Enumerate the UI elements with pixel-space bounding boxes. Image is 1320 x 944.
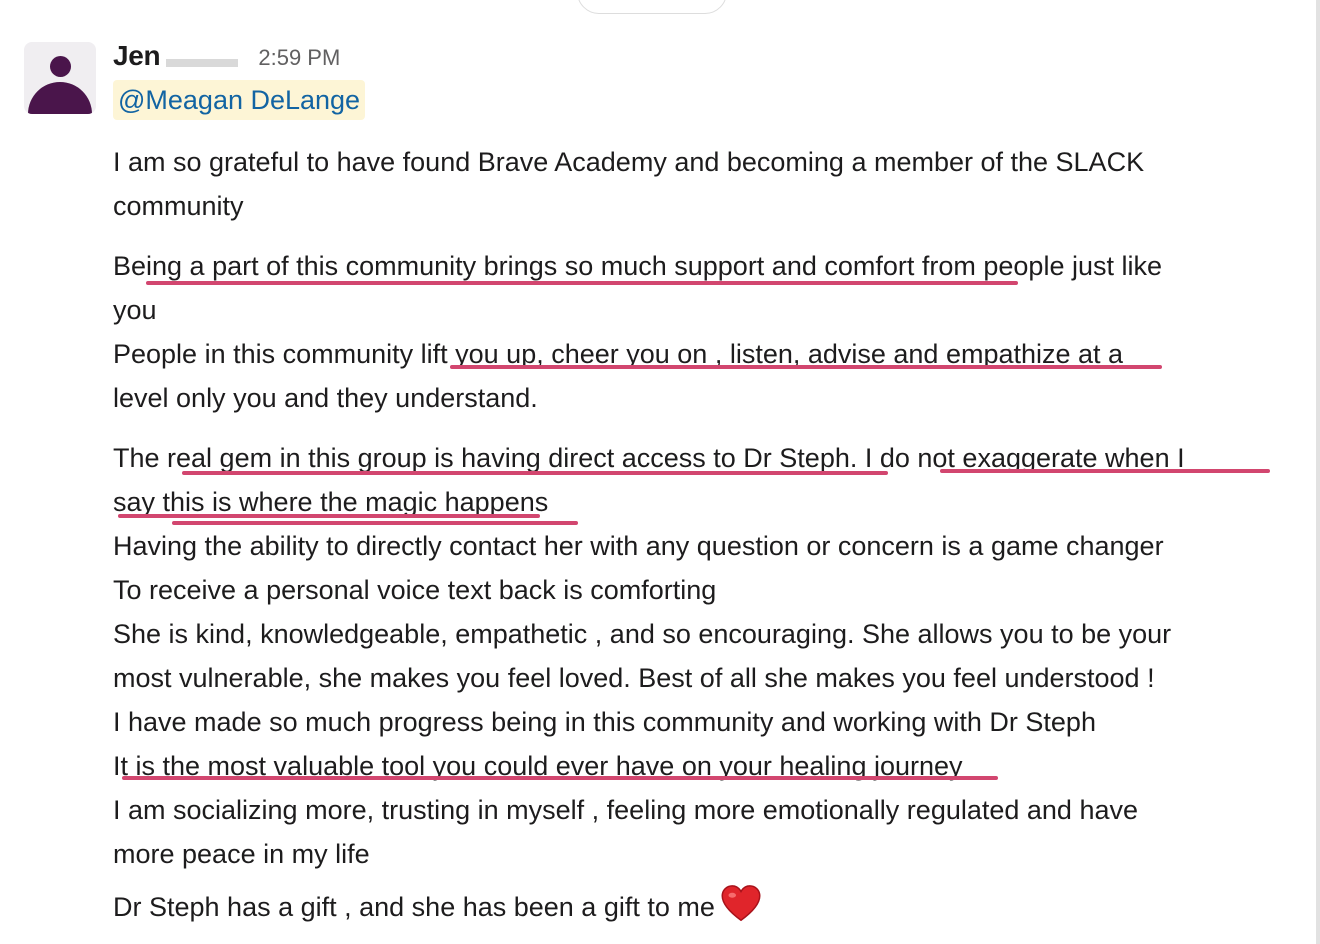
- message-line: most vulnerable, she makes you feel love…: [113, 663, 1155, 693]
- sender-name[interactable]: Jen: [113, 40, 161, 72]
- date-divider-pill[interactable]: [577, 0, 727, 14]
- message-line: I am so grateful to have found Brave Aca…: [113, 147, 1145, 177]
- paragraph-1: I am so grateful to have found Brave Aca…: [113, 140, 1303, 228]
- avatar[interactable]: [24, 42, 96, 114]
- message-line: Having the ability to directly contact h…: [113, 531, 1164, 561]
- heart-emoji[interactable]: [721, 884, 761, 924]
- message-line: She is kind, knowledgeable, empathetic ,…: [113, 619, 1172, 649]
- avatar-body-shape: [28, 82, 92, 114]
- redacted-surname: [166, 47, 239, 67]
- message-body: I am so grateful to have found Brave Aca…: [113, 140, 1303, 936]
- scrollbar[interactable]: [1316, 0, 1320, 944]
- message-timestamp[interactable]: 2:59 PM: [258, 45, 340, 71]
- message-line-text: Dr Steph has a gift , and she has been a…: [113, 892, 715, 922]
- message-line: I have made so much progress being in th…: [113, 707, 1096, 737]
- message-header: Jen 2:59 PM: [113, 40, 340, 76]
- message-line: more peace in my life: [113, 839, 370, 869]
- message-line: I am socializing more, trusting in mysel…: [113, 795, 1138, 825]
- message-line: To receive a personal voice text back is…: [113, 575, 717, 605]
- message-line: It is the most valuable tool you could e…: [113, 751, 963, 781]
- message-line: People in this community lift you up, ch…: [113, 339, 1124, 369]
- message-line: The real gem in this group is having dir…: [113, 443, 1185, 473]
- paragraph-2: Being a part of this community brings so…: [113, 244, 1303, 420]
- paragraph-3: The real gem in this group is having dir…: [113, 436, 1303, 922]
- message-line: say this is where the magic happens: [113, 487, 549, 517]
- user-mention[interactable]: @Meagan DeLange: [113, 80, 366, 120]
- message-line: you: [113, 295, 157, 325]
- message-line: level only you and they understand.: [113, 383, 538, 413]
- avatar-head-shape: [50, 56, 71, 77]
- message-line-last: Dr Steph has a gift , and she has been a…: [113, 876, 1303, 922]
- message-line: community: [113, 191, 244, 221]
- message-line: Being a part of this community brings so…: [113, 251, 1162, 281]
